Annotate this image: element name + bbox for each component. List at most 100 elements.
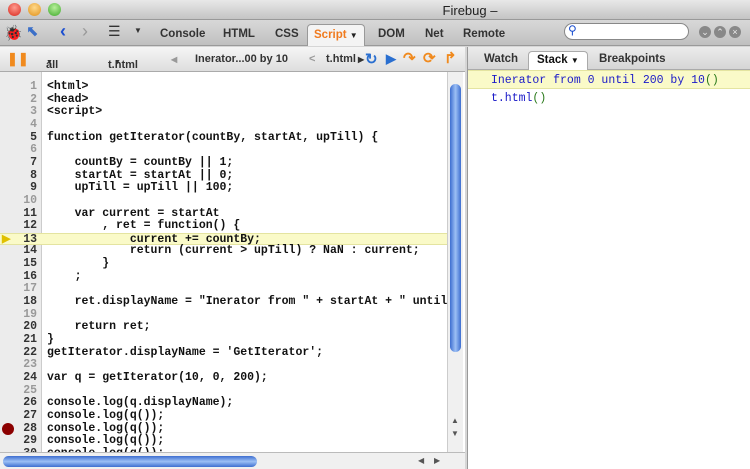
line-number[interactable]: 1: [0, 80, 37, 94]
line-number[interactable]: 26: [0, 397, 37, 410]
close-panel-icon[interactable]: ×: [729, 26, 741, 38]
code-text: ;: [47, 269, 82, 283]
code-text: console.log(q.displayName);: [47, 396, 234, 410]
code-line[interactable]: 26 console.log(q.displayName);: [0, 397, 447, 410]
stack-frame-name: Inerator from 0 until 200 by 10: [491, 74, 705, 87]
side-panel-tabs: Watch Stack ▼ Breakpoints: [468, 47, 750, 70]
code-text: countBy = countBy || 1;: [47, 155, 234, 169]
code-line[interactable]: 15 }: [0, 257, 447, 271]
tab-net[interactable]: Net: [419, 24, 450, 46]
scroll-down-icon[interactable]: ▼: [451, 429, 459, 438]
line-number[interactable]: 12: [0, 219, 37, 233]
tab-dom[interactable]: DOM: [372, 24, 411, 46]
code-line[interactable]: 9 upTill = upTill || 100;: [0, 182, 447, 195]
tab-console[interactable]: Console: [154, 24, 211, 46]
stack-frame-name: t.html: [491, 92, 533, 105]
tab-css[interactable]: CSS: [269, 24, 305, 46]
tab-watch[interactable]: Watch: [476, 51, 526, 70]
scroll-left-icon[interactable]: ◀: [171, 55, 177, 64]
code-line[interactable]: 16 ;: [0, 269, 447, 284]
chevron-down-icon: ▼: [349, 31, 358, 40]
detach-panel-icon[interactable]: ⌃: [714, 26, 726, 38]
tab-breakpoints: Breakpoints: [599, 53, 666, 65]
scroll-right-icon[interactable]: ▶: [434, 456, 440, 465]
code-text: function getIterator(countBy, startAt, u…: [47, 130, 379, 144]
code-line[interactable]: 5 function getIterator(countBy, startAt, …: [0, 130, 447, 145]
line-number[interactable]: 18: [0, 295, 37, 309]
code-text: return ret;: [47, 320, 151, 334]
script-source-view[interactable]: 1 <html> 2 <head> 3 <script> 4 5 function getIte…: [0, 72, 465, 452]
code-line[interactable]: 21}: [0, 333, 447, 347]
vertical-scroll-thumb[interactable]: [450, 84, 461, 352]
tab-script[interactable]: Script ▼: [307, 24, 365, 46]
code-line[interactable]: 7 countBy = countBy || 1;: [0, 155, 447, 170]
menu-icon[interactable]: ☰: [108, 23, 121, 40]
code-line[interactable]: 22 getIterator.displayName = 'GetIterator…: [0, 346, 447, 360]
code-line[interactable]: 12 , ret = function() {: [0, 219, 447, 233]
stack-frame-prev[interactable]: t.html: [326, 53, 356, 65]
line-number[interactable]: 10: [0, 194, 37, 208]
code-line[interactable]: 27 console.log(q());: [0, 409, 447, 423]
code-text: <script>: [47, 105, 103, 119]
minimize-panel-icon[interactable]: ⌄: [699, 26, 711, 38]
code-text: var q = getIterator(10, 0, 200);: [47, 370, 268, 384]
line-number[interactable]: 15: [0, 257, 37, 271]
script-toolbar: ❚❚ all ▼ t.html ▼ ◀ Inerator...00 by 10 …: [0, 47, 465, 72]
code-line[interactable]: 18 ret.displayName = "Inerator from " + …: [0, 295, 448, 309]
stack-frame[interactable]: t.html(): [468, 89, 750, 108]
scroll-up-icon[interactable]: ▲: [451, 416, 459, 425]
stack-frame-args: (): [532, 92, 547, 105]
side-panel: Watch Stack ▼ Breakpoints Inerator from …: [467, 47, 750, 469]
rerun-icon[interactable]: ↻: [365, 50, 378, 68]
step-over-icon[interactable]: ↷: [403, 49, 416, 67]
continue-icon[interactable]: ▶: [386, 51, 396, 67]
pause-icon[interactable]: ❚❚: [7, 51, 29, 67]
line-number[interactable]: 7: [0, 156, 37, 170]
firebug-icon[interactable]: 🐞: [4, 24, 23, 42]
line-number[interactable]: 4: [0, 118, 37, 132]
scroll-left-icon[interactable]: ◀: [418, 456, 424, 465]
code-line[interactable]: 10: [0, 194, 447, 208]
code-line[interactable]: 3 <script>: [0, 106, 447, 119]
chevron-down-icon: ▼: [114, 59, 121, 66]
horizontal-scrollbar[interactable]: ◀ ▶: [0, 452, 465, 469]
stack-frame-current[interactable]: Inerator...00 by 10: [195, 53, 288, 65]
step-into-icon[interactable]: ⟳: [423, 49, 436, 67]
search-input[interactable]: ⚲: [564, 23, 689, 40]
scroll-right-icon[interactable]: ▶: [358, 55, 364, 64]
vertical-scrollbar[interactable]: ▲ ▼: [447, 72, 463, 452]
window-title: Firebug –: [442, 3, 498, 18]
line-number[interactable]: 9: [0, 182, 37, 195]
code-text: upTill = upTill || 100;: [47, 181, 234, 195]
horizontal-scroll-thumb[interactable]: [3, 456, 257, 467]
code-line[interactable]: 1 <html>: [0, 80, 447, 94]
tab-stack[interactable]: Stack ▼: [528, 51, 588, 70]
tab-html[interactable]: HTML: [217, 24, 261, 46]
code-line[interactable]: 4: [0, 118, 447, 132]
code-text: <html>: [47, 80, 89, 93]
tab-remote[interactable]: Remote: [457, 24, 511, 46]
dropdown-icon[interactable]: ▼: [134, 26, 142, 35]
chevron-down-icon: ▼: [570, 56, 579, 65]
code-line[interactable]: 24 var q = getIterator(10, 0, 200);: [0, 370, 447, 385]
code-text: }: [47, 257, 110, 271]
stack-frame[interactable]: Inerator from 0 until 200 by 10(): [468, 70, 750, 89]
breakpoint-icon[interactable]: [2, 422, 14, 435]
code-line[interactable]: 29 console.log(q());: [0, 435, 447, 448]
line-number[interactable]: 29: [0, 435, 37, 448]
stack-frame-args: (): [704, 74, 719, 87]
line-number[interactable]: 21: [0, 333, 37, 347]
line-number[interactable]: 27: [0, 409, 37, 423]
step-out-icon[interactable]: ↱: [444, 49, 457, 67]
forward-icon[interactable]: ›: [82, 21, 88, 42]
stack-separator: <: [309, 53, 316, 65]
inspect-icon[interactable]: ⬉: [26, 22, 39, 40]
code-line[interactable]: 20 return ret;: [0, 321, 447, 334]
back-icon[interactable]: ‹: [60, 21, 66, 42]
line-number[interactable]: 24: [0, 371, 37, 385]
line-number[interactable]: 6: [0, 144, 37, 157]
code-line[interactable]: 6: [0, 144, 447, 157]
code-text: , ret = function() {: [47, 219, 241, 233]
code-text: ret.displayName = "Inerator from " + sta…: [47, 295, 448, 309]
code-text: console.log(q());: [47, 434, 165, 448]
